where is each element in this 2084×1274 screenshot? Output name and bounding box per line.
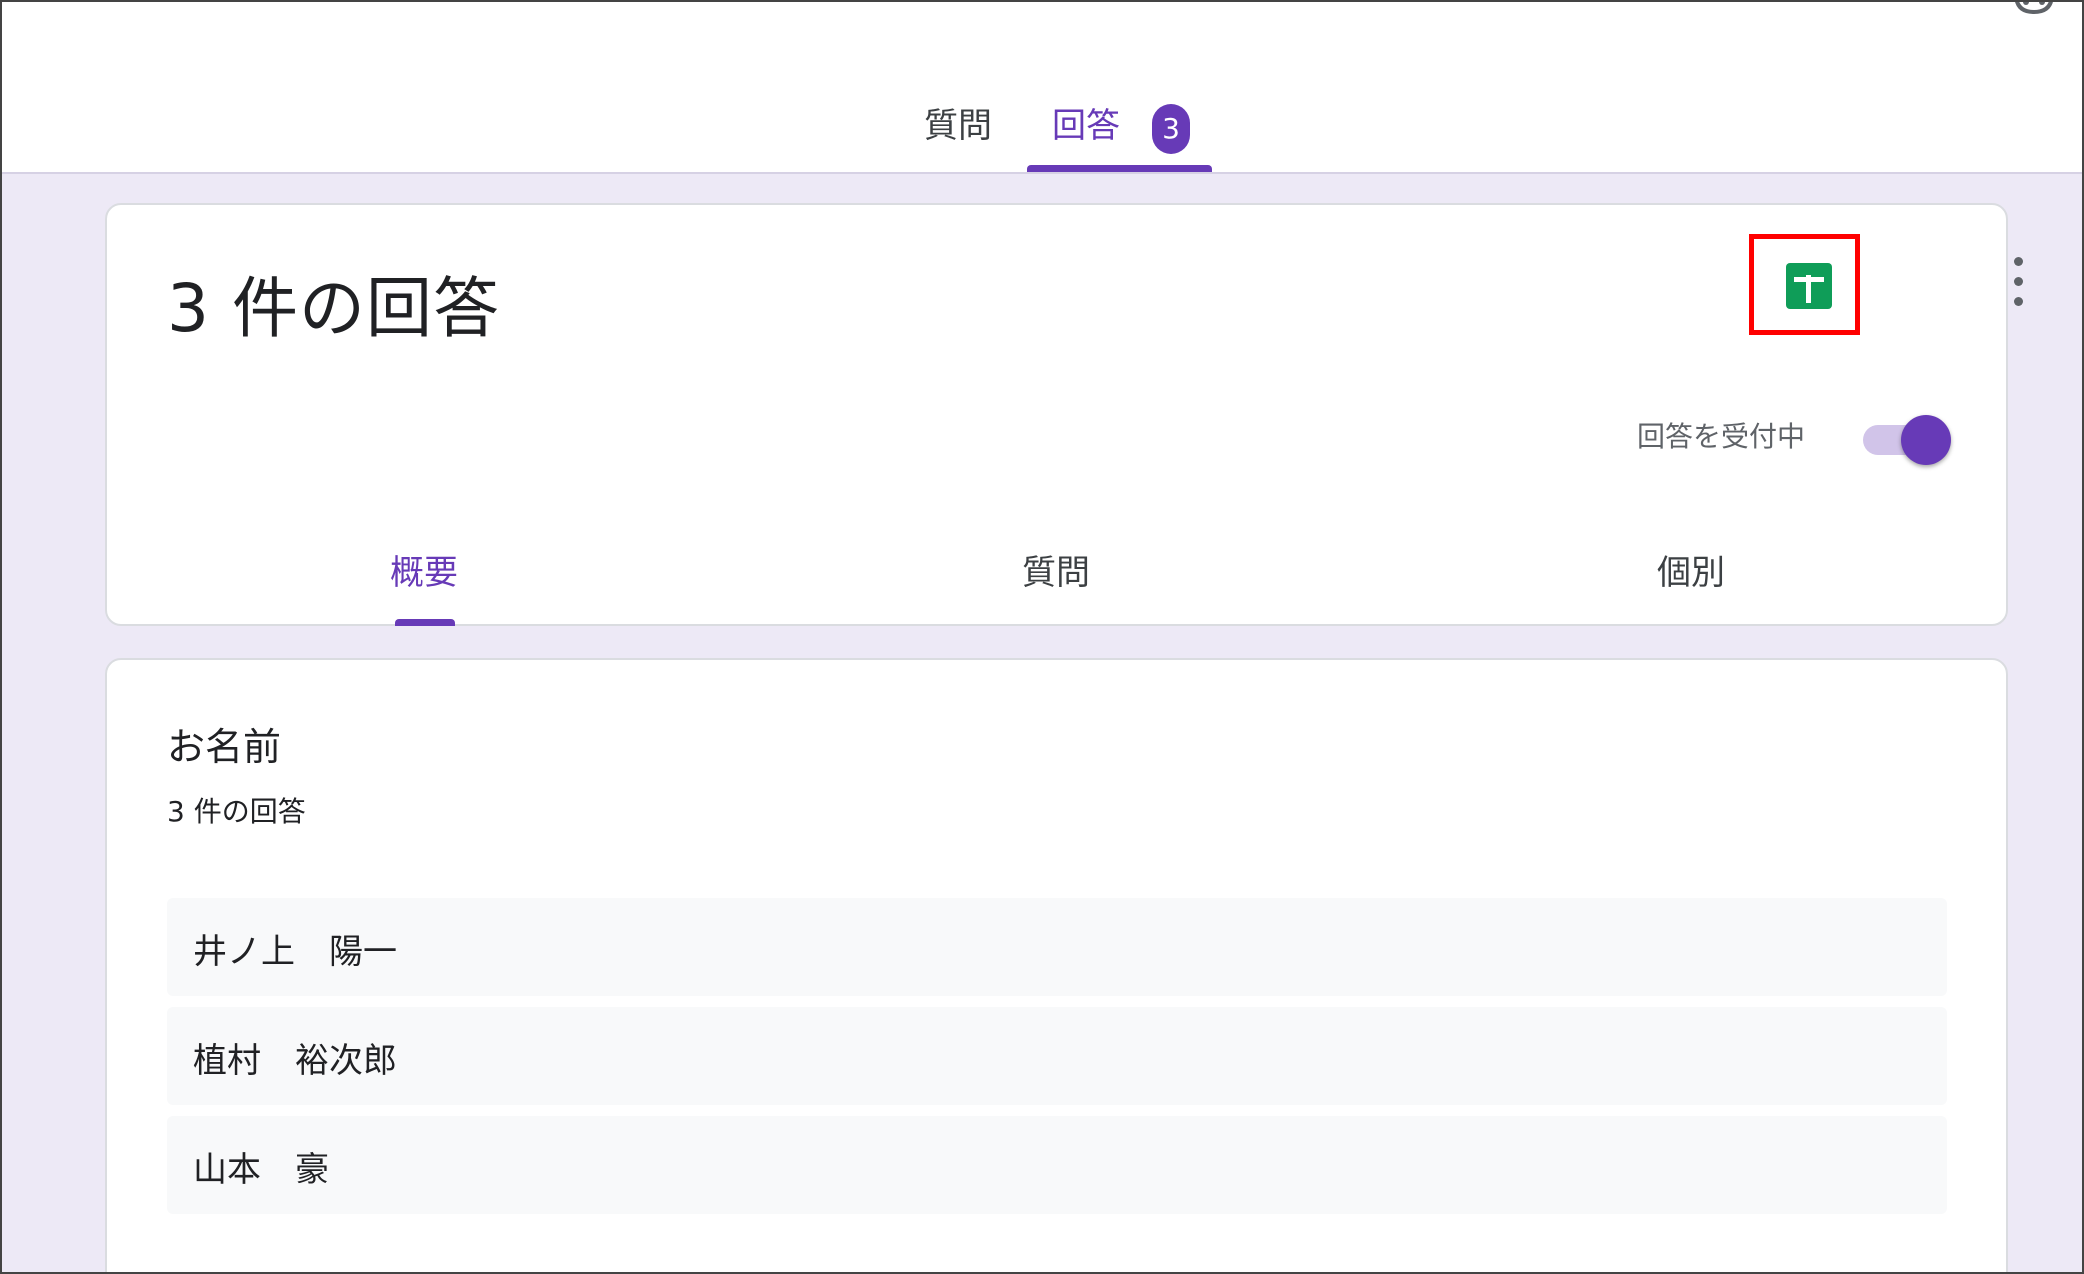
tab-questions[interactable]: 質問 bbox=[924, 96, 992, 174]
google-sheets-icon[interactable] bbox=[1786, 263, 1832, 309]
responses-title: 3 件の回答 bbox=[167, 270, 500, 347]
more-vert-icon[interactable] bbox=[2009, 257, 2029, 307]
answer-text: 植村 裕次郎 bbox=[193, 1041, 397, 1081]
response-count-badge: 3 bbox=[1152, 104, 1190, 154]
palette-icon[interactable] bbox=[2012, 0, 2056, 18]
tab-responses[interactable]: 回答 bbox=[1052, 96, 1120, 174]
question-response-count: 3 件の回答 bbox=[167, 795, 306, 828]
answer-row: 植村 裕次郎 bbox=[167, 1007, 1947, 1105]
question-card: お名前 3 件の回答 井ノ上 陽一 植村 裕次郎 山本 豪 bbox=[105, 658, 2008, 1274]
accepting-responses-toggle[interactable] bbox=[1859, 413, 1951, 467]
answer-text: 井ノ上 陽一 bbox=[193, 932, 397, 972]
answer-row: 山本 豪 bbox=[167, 1116, 1947, 1214]
answer-row: 井ノ上 陽一 bbox=[167, 898, 1947, 996]
top-header: 質問 回答 3 bbox=[0, 0, 2084, 174]
tab-individual[interactable]: 個別 bbox=[1657, 545, 1725, 594]
tab-question[interactable]: 質問 bbox=[1022, 545, 1090, 594]
active-tab-indicator bbox=[1027, 165, 1212, 172]
tab-summary[interactable]: 概要 bbox=[390, 545, 458, 594]
responses-summary-card: 3 件の回答 回答を受付中 概要 質問 個別 bbox=[105, 203, 2023, 626]
accepting-responses-label: 回答を受付中 bbox=[1637, 420, 1806, 453]
answer-text: 山本 豪 bbox=[193, 1150, 329, 1190]
question-title: お名前 bbox=[167, 725, 282, 769]
main-tabs: 質問 回答 bbox=[0, 96, 2084, 174]
active-subtab-indicator bbox=[395, 619, 455, 626]
